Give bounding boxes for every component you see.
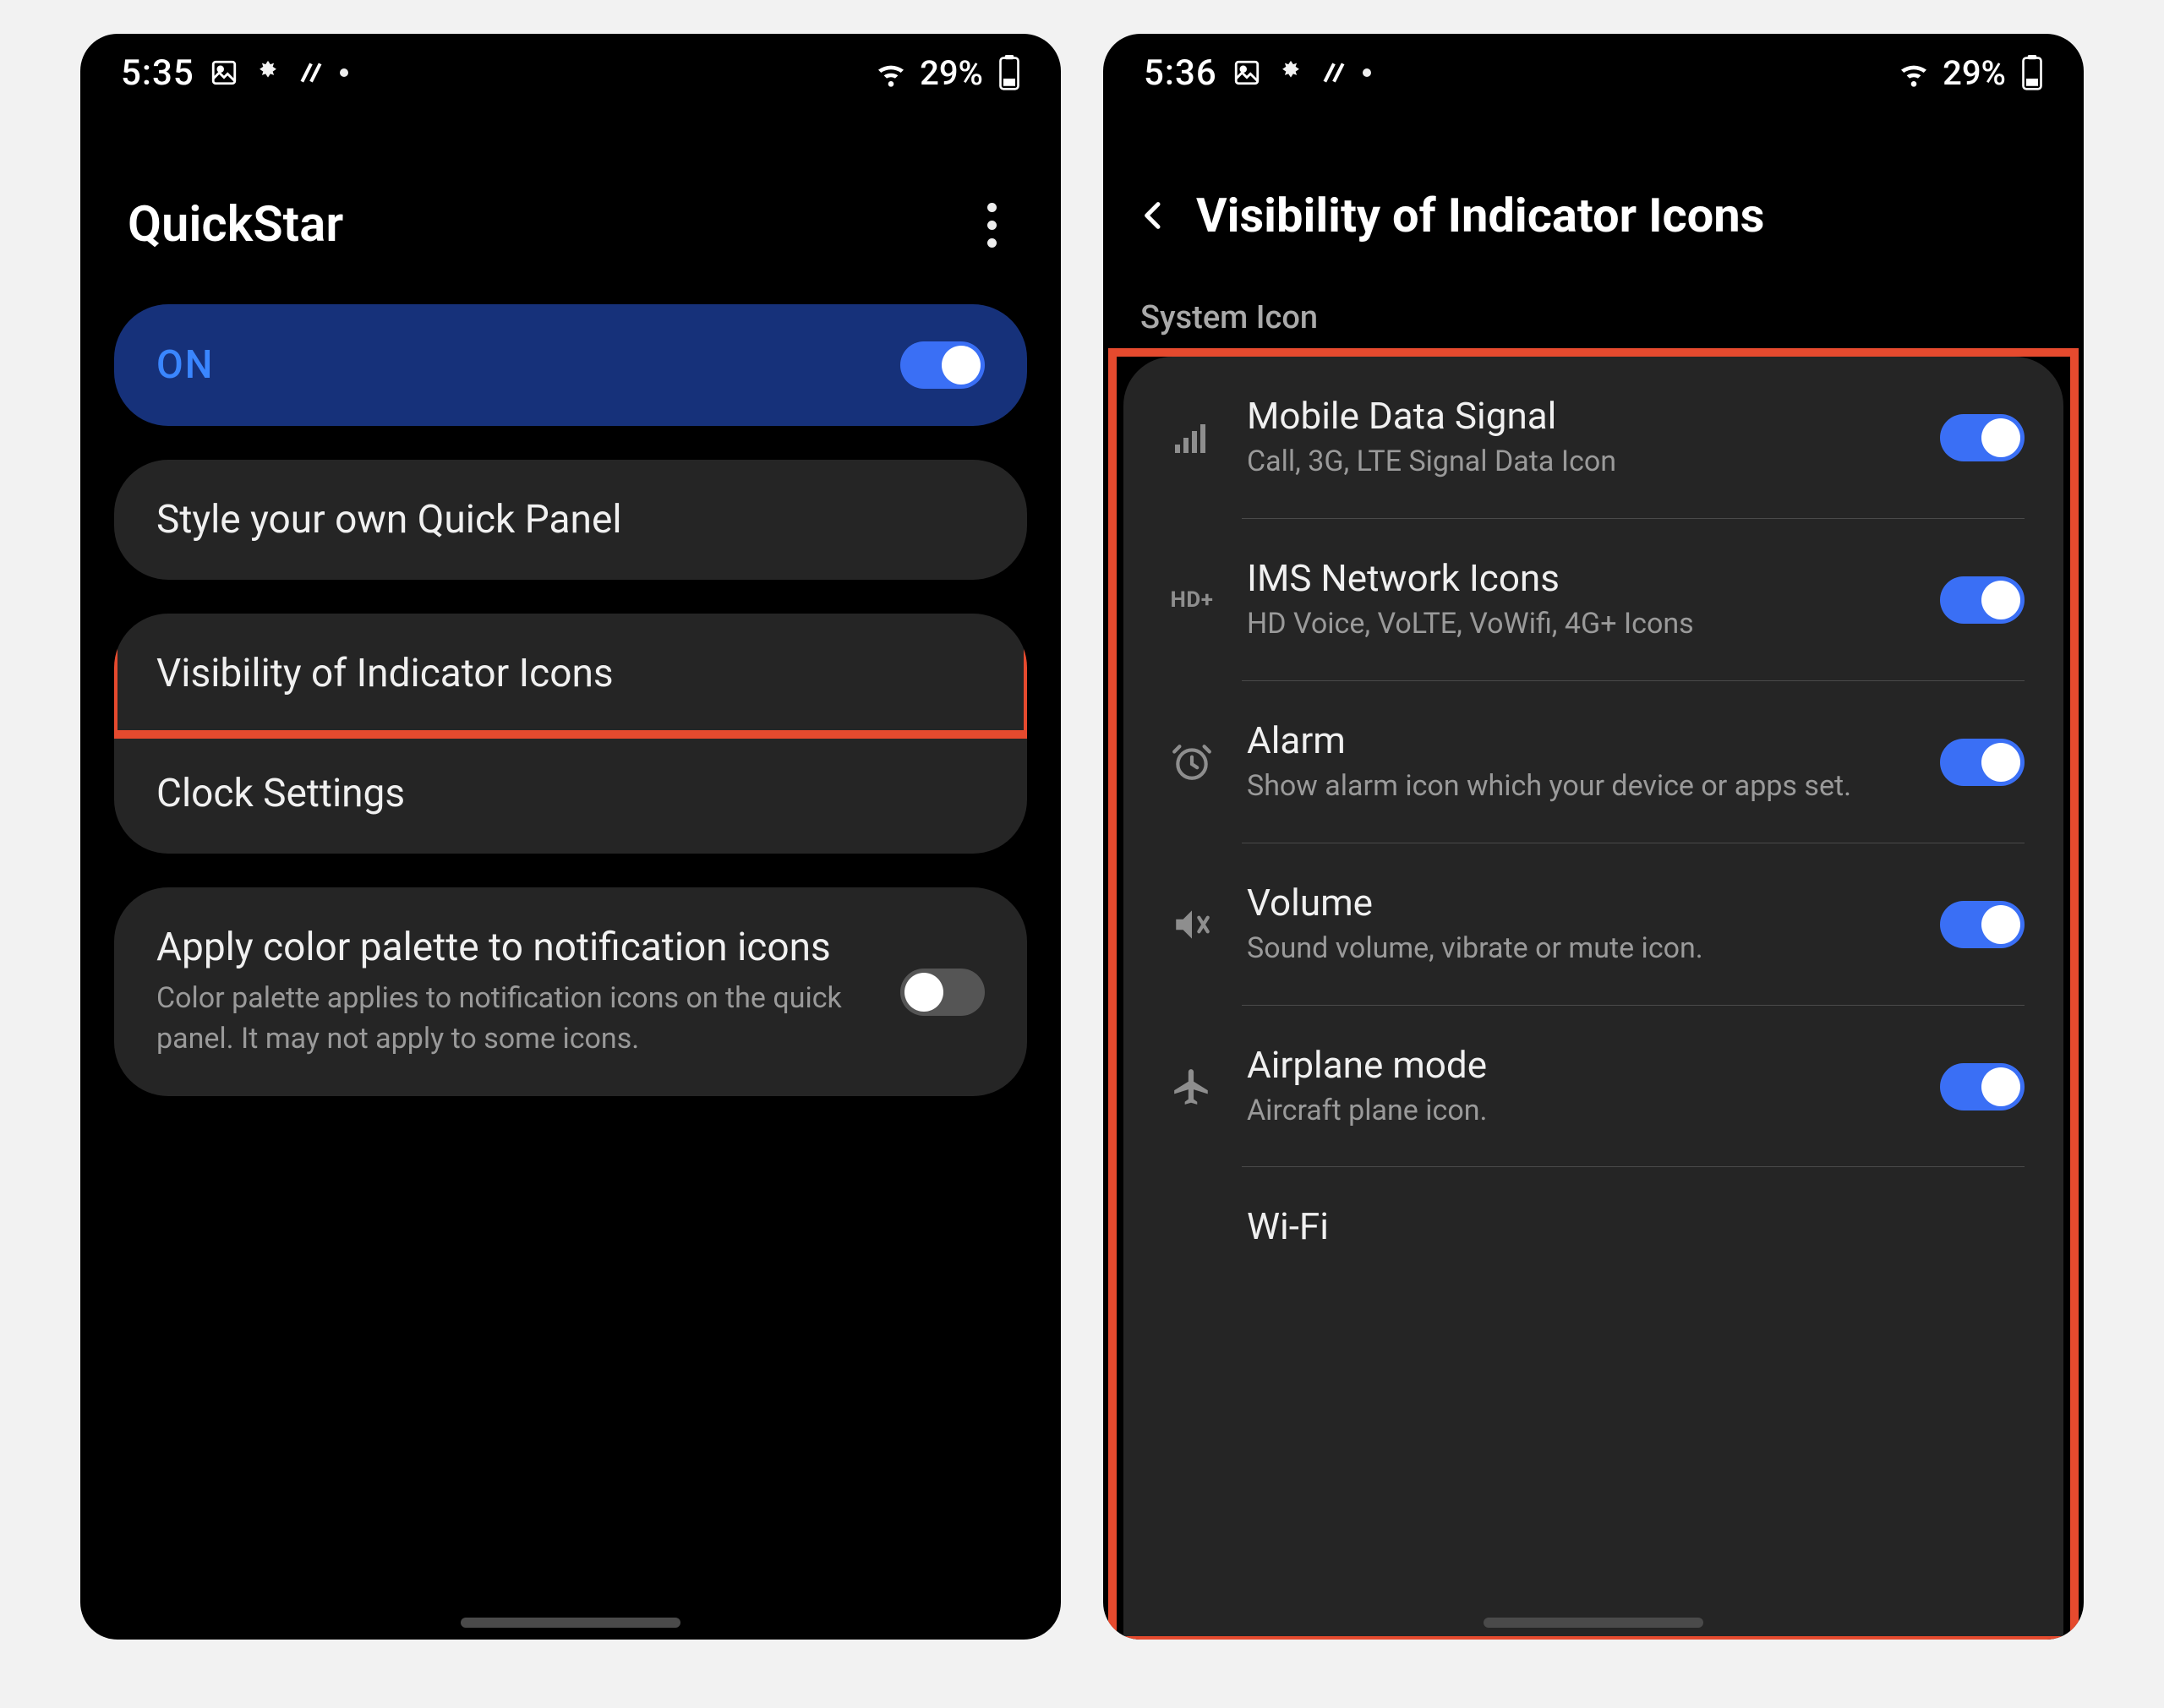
status-bar-right: 29%	[1897, 53, 2043, 93]
item-title: IMS Network Icons	[1247, 556, 1915, 600]
item-title: Mobile Data Signal	[1247, 394, 1915, 438]
list-item-ims[interactable]: HD+ IMS Network Icons HD Voice, VoLTE, V…	[1123, 519, 2063, 681]
item-title: Alarm	[1247, 718, 1915, 762]
back-button[interactable]	[1137, 197, 1171, 234]
item-subtitle: HD Voice, VoLTE, VoWifi, 4G+ Icons	[1247, 605, 1915, 644]
stripes-icon	[298, 59, 325, 86]
hand-icon	[1276, 58, 1305, 87]
picture-icon	[210, 58, 238, 87]
palette-toggle[interactable]	[900, 969, 985, 1016]
signal-bars-icon	[1162, 417, 1221, 458]
master-switch-label: ON	[156, 342, 214, 388]
visibility-row[interactable]: Visibility of Indicator Icons	[114, 614, 1027, 734]
style-panel-label: Style your own Quick Panel	[156, 497, 622, 543]
palette-title: Apply color palette to notification icon…	[156, 925, 900, 970]
picture-icon	[1232, 58, 1261, 87]
style-panel-card[interactable]: Style your own Quick Panel	[114, 460, 1027, 580]
wifi-icon	[1897, 56, 1931, 90]
section-label-system-icon: System Icon	[1103, 279, 2084, 357]
nav-bar-pill[interactable]	[461, 1618, 680, 1628]
more-menu-button[interactable]	[992, 203, 1014, 248]
status-dot-icon	[340, 68, 348, 77]
indicator-clock-card: Visibility of Indicator Icons Clock Sett…	[114, 614, 1027, 854]
volume-mute-icon	[1162, 903, 1221, 946]
battery-icon	[2021, 55, 2043, 90]
status-bar: 5:36 29%	[1103, 34, 2084, 112]
wifi-icon	[874, 56, 908, 90]
nav-bar-pill[interactable]	[1484, 1618, 1703, 1628]
airplane-icon	[1162, 1066, 1221, 1108]
clock-settings-row[interactable]: Clock Settings	[114, 734, 1027, 854]
page-title: Visibility of Indicator Icons	[1196, 188, 1764, 243]
toggle-airplane[interactable]	[1940, 1063, 2025, 1110]
item-title: Volume	[1247, 881, 1915, 925]
battery-icon	[998, 55, 1020, 90]
hd-plus-icon: HD+	[1162, 587, 1221, 613]
page-title: QuickStar	[128, 196, 343, 254]
list-item-wifi[interactable]: Wi-Fi	[1123, 1167, 2063, 1257]
phone-screen-2: 5:36 29% Visibility of Ind	[1103, 34, 2084, 1640]
phone-screen-1: 5:35 29% QuickStar	[80, 34, 1061, 1640]
status-time: 5:36	[1144, 52, 1217, 94]
status-bar-left: 5:36	[1144, 52, 1371, 94]
stripes-icon	[1320, 59, 1347, 86]
system-icon-list: Mobile Data Signal Call, 3G, LTE Signal …	[1123, 357, 2063, 1640]
master-switch-toggle[interactable]	[900, 341, 985, 389]
status-dot-icon	[1363, 68, 1371, 77]
app-header: QuickStar	[80, 112, 1061, 304]
battery-percent: 29%	[920, 53, 983, 93]
item-title: Airplane mode	[1247, 1043, 1915, 1087]
toggle-mobile-data[interactable]	[1940, 414, 2025, 461]
toggle-alarm[interactable]	[1940, 739, 2025, 786]
toggle-ims[interactable]	[1940, 576, 2025, 624]
alarm-clock-icon	[1162, 741, 1221, 783]
item-title: Wi-Fi	[1247, 1204, 2025, 1248]
item-subtitle: Sound volume, vibrate or mute icon.	[1247, 930, 1915, 969]
status-time: 5:35	[121, 52, 194, 94]
list-item-mobile-data[interactable]: Mobile Data Signal Call, 3G, LTE Signal …	[1123, 357, 2063, 519]
status-bar-right: 29%	[874, 53, 1020, 93]
main-content: ON Style your own Quick Panel Visibility…	[80, 304, 1061, 1096]
visibility-label: Visibility of Indicator Icons	[156, 651, 614, 696]
palette-card[interactable]: Apply color palette to notification icon…	[114, 887, 1027, 1096]
item-subtitle: Show alarm icon which your device or app…	[1247, 767, 1915, 806]
palette-subtitle: Color palette applies to notification ic…	[156, 979, 900, 1059]
clock-settings-label: Clock Settings	[156, 771, 405, 816]
list-item-volume[interactable]: Volume Sound volume, vibrate or mute ico…	[1123, 843, 2063, 1006]
list-item-airplane[interactable]: Airplane mode Aircraft plane icon.	[1123, 1006, 2063, 1168]
hand-icon	[254, 58, 282, 87]
status-bar: 5:35 29%	[80, 34, 1061, 112]
app-header: Visibility of Indicator Icons	[1103, 112, 2084, 279]
battery-percent: 29%	[1943, 53, 2006, 93]
item-subtitle: Aircraft plane icon.	[1247, 1092, 1915, 1131]
master-switch-card[interactable]: ON	[114, 304, 1027, 426]
status-bar-left: 5:35	[121, 52, 348, 94]
toggle-volume[interactable]	[1940, 901, 2025, 948]
list-item-alarm[interactable]: Alarm Show alarm icon which your device …	[1123, 681, 2063, 843]
item-subtitle: Call, 3G, LTE Signal Data Icon	[1247, 443, 1915, 482]
